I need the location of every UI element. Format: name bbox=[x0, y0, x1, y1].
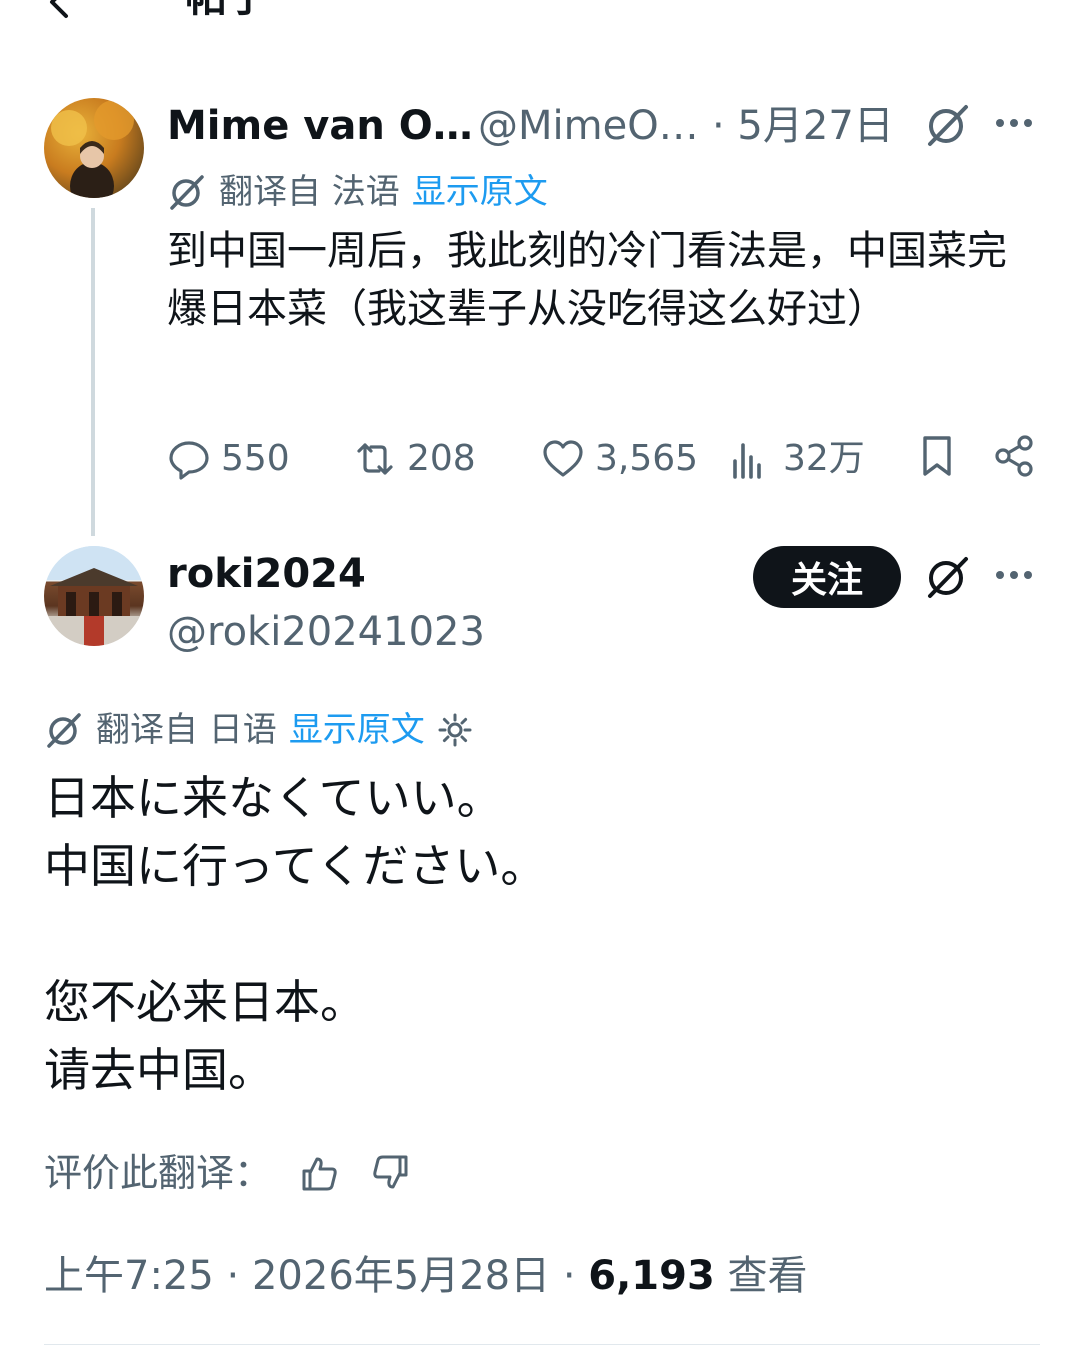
grok-icon[interactable] bbox=[924, 101, 972, 149]
show-original-link[interactable]: 显示原文 bbox=[289, 708, 425, 752]
like-count: 3,565 bbox=[595, 438, 699, 479]
translation-source: 翻译自 法语 bbox=[219, 172, 400, 212]
translate-icon bbox=[44, 710, 84, 750]
repost-button[interactable]: 208 bbox=[353, 434, 476, 484]
author-handle[interactable]: @MimeO… bbox=[478, 100, 699, 152]
share-button[interactable] bbox=[993, 434, 1037, 478]
thumbs-up-icon[interactable] bbox=[298, 1151, 342, 1195]
back-arrow-icon[interactable] bbox=[40, 0, 80, 22]
rate-label: 评价此翻译： bbox=[44, 1151, 273, 1195]
translation-bar: 翻译自 法语 显示原文 bbox=[167, 170, 548, 214]
post-line: 您不必来日本。 bbox=[44, 975, 366, 1029]
views-icon bbox=[729, 437, 773, 481]
bookmark-icon bbox=[915, 434, 959, 478]
post-metadata: 上午7:25 · 2026年5月28日 · 6,193 查看 bbox=[44, 1250, 808, 1302]
follow-button[interactable]: 关注 bbox=[753, 546, 901, 608]
post-timestamp[interactable]: 上午7:25 · 2026年5月28日 · bbox=[44, 1253, 588, 1299]
repost-count: 208 bbox=[407, 438, 476, 479]
post-text: 到中国一周后，我此刻的冷门看法是，中国菜完爆日本菜（我这辈子从没吃得这么好过） bbox=[167, 228, 1007, 332]
repost-icon bbox=[353, 437, 397, 481]
reply-count: 550 bbox=[221, 438, 290, 479]
post-line bbox=[44, 900, 1044, 968]
bookmark-button[interactable] bbox=[915, 434, 959, 478]
like-button[interactable]: 3,565 bbox=[541, 434, 698, 484]
more-icon[interactable] bbox=[994, 108, 1034, 138]
show-original-link[interactable]: 显示原文 bbox=[412, 170, 548, 214]
thumbs-down-icon[interactable] bbox=[368, 1151, 412, 1195]
rate-translation: 评价此翻译： bbox=[44, 1148, 412, 1198]
settings-icon[interactable] bbox=[437, 712, 473, 748]
post-line: 日本に来なくていい。 bbox=[44, 771, 503, 825]
thread-connector bbox=[91, 208, 95, 536]
share-icon bbox=[993, 434, 1037, 478]
post-text: 日本に来なくていい。 中国に行ってください。 您不必来日本。 请去中国。 bbox=[44, 764, 1044, 1104]
like-icon bbox=[541, 437, 585, 481]
author-handle[interactable]: @roki20241023 bbox=[167, 606, 485, 658]
view-label: 查看 bbox=[714, 1253, 808, 1299]
action-bar: 550 208 3,565 32万 bbox=[167, 434, 1047, 484]
post-date[interactable]: · 5月27日 bbox=[712, 100, 894, 152]
reply-icon bbox=[167, 437, 211, 481]
divider bbox=[44, 1344, 1040, 1345]
page-title: 帖子 bbox=[185, 0, 269, 22]
reply-button[interactable]: 550 bbox=[167, 434, 290, 484]
author-name[interactable]: Mime van O… bbox=[167, 100, 473, 152]
more-icon[interactable] bbox=[994, 560, 1034, 590]
views-button[interactable]: 32万 bbox=[729, 434, 865, 484]
avatar[interactable] bbox=[44, 98, 144, 198]
post-line: 中国に行ってください。 bbox=[44, 839, 547, 893]
post-line: 请去中国。 bbox=[44, 1043, 274, 1097]
grok-icon[interactable] bbox=[924, 553, 972, 601]
translate-icon bbox=[167, 172, 207, 212]
view-count: 6,193 bbox=[588, 1253, 715, 1299]
views-count: 32万 bbox=[783, 438, 865, 479]
translation-source: 翻译自 日语 bbox=[96, 710, 277, 750]
author-name[interactable]: roki2024 bbox=[167, 548, 366, 600]
avatar[interactable] bbox=[44, 546, 144, 646]
translation-bar: 翻译自 日语 显示原文 bbox=[44, 708, 473, 752]
